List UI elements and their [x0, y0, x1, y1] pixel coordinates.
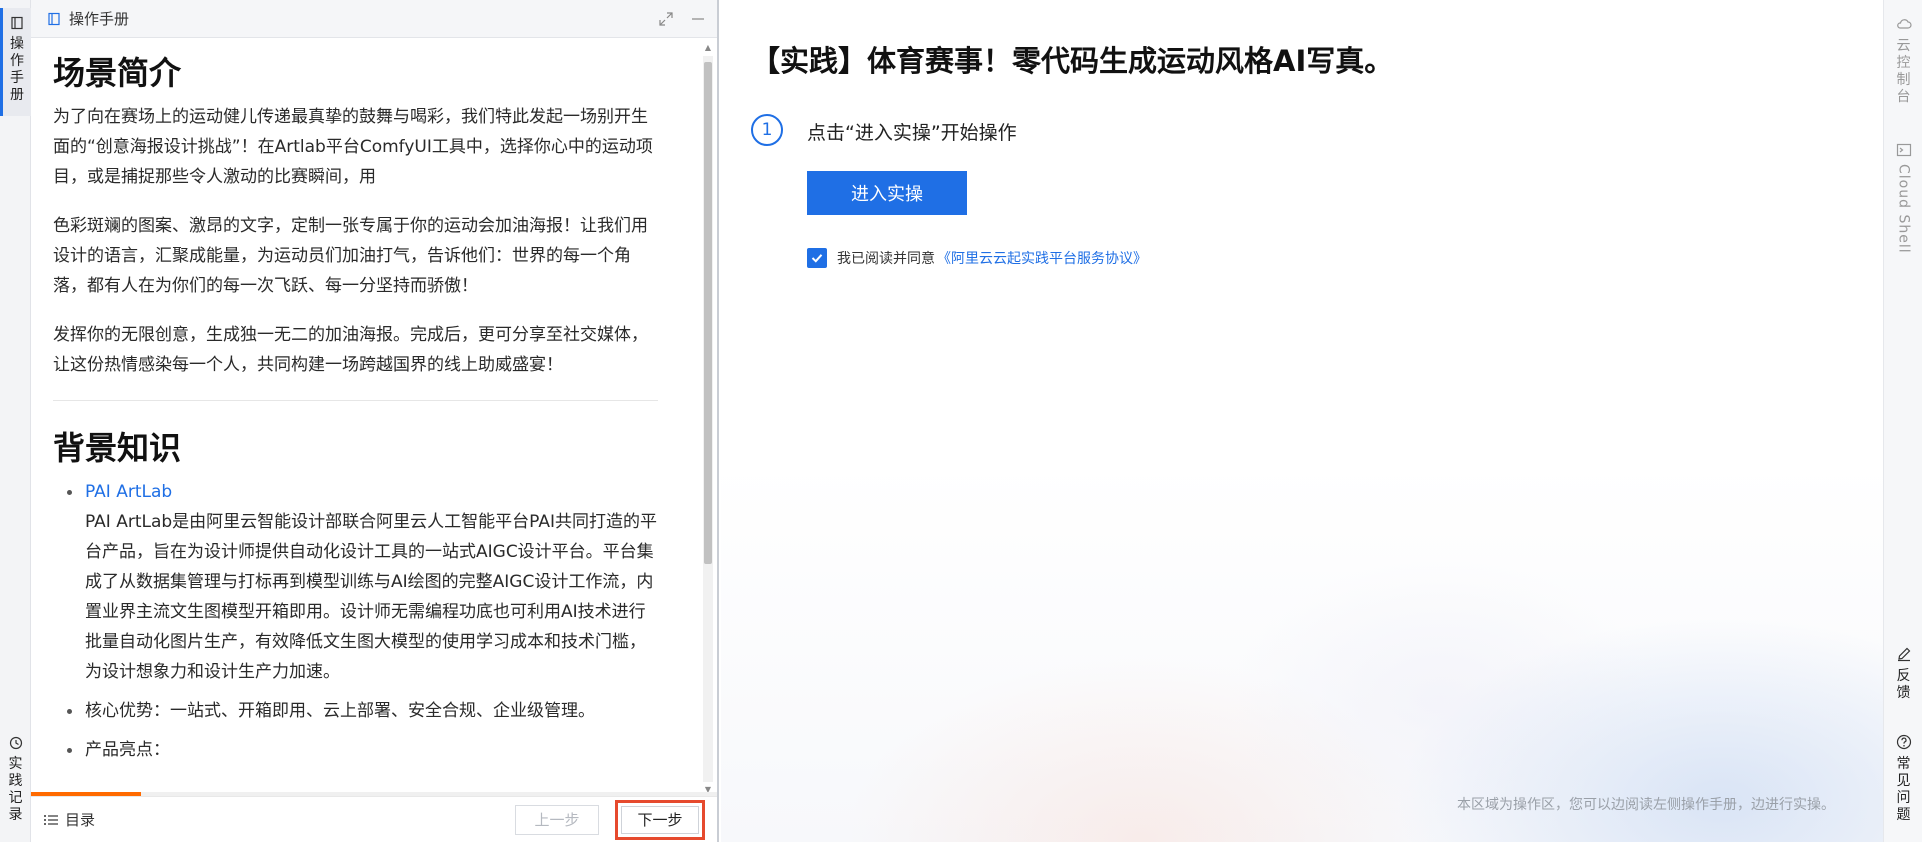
cloud-console-icon — [1896, 19, 1912, 29]
rail-records-label: 实践记录 — [8, 756, 23, 823]
intro-paragraph: 发挥你的无限创意，生成独一无二的加油海报。完成后，更可分享至社交媒体，让这份热情… — [53, 325, 648, 375]
manual-header: 操作手册 — [31, 0, 717, 38]
background-list: PAI ArtLab PAI ArtLab是由阿里云智能设计部联合阿里云人工智能… — [53, 477, 658, 765]
rail-item-console[interactable]: 云控制台 — [1884, 16, 1922, 106]
edit-icon — [1897, 647, 1910, 662]
list-item: 产品亮点： — [53, 735, 658, 765]
console-label: 云控制台 — [1896, 38, 1911, 105]
pai-artlab-link[interactable]: PAI ArtLab — [85, 482, 172, 502]
rail-item-feedback[interactable]: 反馈 — [1884, 646, 1922, 702]
feedback-label: 反馈 — [1896, 668, 1911, 701]
minimize-icon[interactable] — [689, 10, 707, 28]
history-icon — [9, 736, 22, 750]
toc-button[interactable]: 目录 — [43, 809, 515, 830]
list-item-text: 产品亮点： — [85, 740, 170, 760]
agreement-row: 我已阅读并同意 《阿里云云起实践平台服务协议》 — [807, 248, 1147, 268]
intro-paragraph: 为了向在赛场上的运动健儿传递最真挚的鼓舞与喝彩，我们特此发起一场别开生面的“创意… — [53, 107, 653, 187]
book-icon — [11, 16, 23, 30]
step-instruction: 点击“进入实操”开始操作 — [807, 122, 1017, 144]
help-icon — [1896, 734, 1911, 750]
section-title-intro: 场景简介 — [53, 54, 182, 92]
toc-label: 目录 — [65, 811, 96, 829]
agreement-checkbox[interactable] — [807, 248, 827, 268]
enter-practice-button[interactable]: 进入实操 — [807, 171, 967, 215]
manual-scroll-area[interactable]: 场景简介 为了向在赛场上的运动健儿传递最真挚的鼓舞与喝彩，我们特此发起一场别开生… — [31, 38, 717, 796]
terminal-icon — [1896, 143, 1911, 157]
service-agreement-link[interactable]: 《阿里云云起实践平台服务协议》 — [937, 248, 1147, 268]
manual-content: 场景简介 为了向在赛场上的运动健儿传递最真挚的鼓舞与喝彩，我们特此发起一场别开生… — [31, 38, 703, 765]
rail-manual-label: 操作手册 — [10, 36, 24, 103]
intro-paragraph: 色彩斑斓的图案、激昂的文字，定制一张专属于你的运动会加油海报！让我们用设计的语言… — [53, 216, 648, 296]
list-item: PAI ArtLab PAI ArtLab是由阿里云智能设计部联合阿里云人工智能… — [53, 477, 658, 687]
rail-item-cloud-shell[interactable]: Cloud Shell — [1884, 142, 1922, 254]
list-item-text: 核心优势：一站式、开箱即用、云上部署、安全合规、企业级管理。 — [85, 701, 595, 721]
page-title: 【实践】体育赛事！零代码生成运动风格AI写真。 — [751, 44, 1394, 78]
cloud-shell-label: Cloud Shell — [1895, 164, 1912, 254]
faq-label: 常见问题 — [1896, 756, 1911, 823]
operation-area: 【实践】体育赛事！零代码生成运动风格AI写真。 1 点击“进入实操”开始操作 进… — [721, 0, 1883, 842]
scroll-thumb[interactable] — [704, 62, 712, 564]
section-title-background: 背景知识 — [53, 429, 182, 467]
left-rail: 操作手册 实践记录 — [0, 0, 31, 842]
list-icon — [44, 814, 58, 825]
step-number-badge: 1 — [751, 114, 783, 146]
next-step-highlight: 下一步 — [615, 799, 705, 840]
rail-item-records[interactable]: 实践记录 — [0, 728, 31, 838]
section-divider — [53, 400, 658, 401]
operation-hint: 本区域为操作区，您可以边阅读左侧操作手册，边进行实操。 — [1457, 797, 1835, 813]
agreement-text: 我已阅读并同意 — [837, 251, 935, 267]
scroll-up-icon[interactable]: ▲ — [703, 42, 713, 54]
right-rail: 云控制台 Cloud Shell 反馈 常见问题 — [1883, 0, 1922, 842]
checkmark-icon — [811, 254, 823, 263]
manual-title: 操作手册 — [69, 10, 130, 28]
rail-item-faq[interactable]: 常见问题 — [1884, 734, 1922, 824]
next-step-button[interactable]: 下一步 — [621, 805, 699, 834]
expand-icon[interactable] — [657, 10, 675, 28]
scrollbar[interactable]: ▲ ▼ — [701, 42, 715, 796]
list-item-text: PAI ArtLab是由阿里云智能设计部联合阿里云人工智能平台PAI共同打造的平… — [85, 512, 657, 682]
manual-footer: 目录 上一步 下一步 — [31, 796, 717, 842]
list-item: 核心优势：一站式、开箱即用、云上部署、安全合规、企业级管理。 — [53, 696, 658, 726]
prev-step-button[interactable]: 上一步 — [515, 804, 599, 835]
rail-item-manual[interactable]: 操作手册 — [0, 8, 31, 116]
manual-panel: 操作手册 场景简介 为了向在赛场上的运动健儿传递最真挚的鼓舞与喝彩，我们特此发起… — [31, 0, 719, 842]
book-icon — [48, 12, 60, 25]
